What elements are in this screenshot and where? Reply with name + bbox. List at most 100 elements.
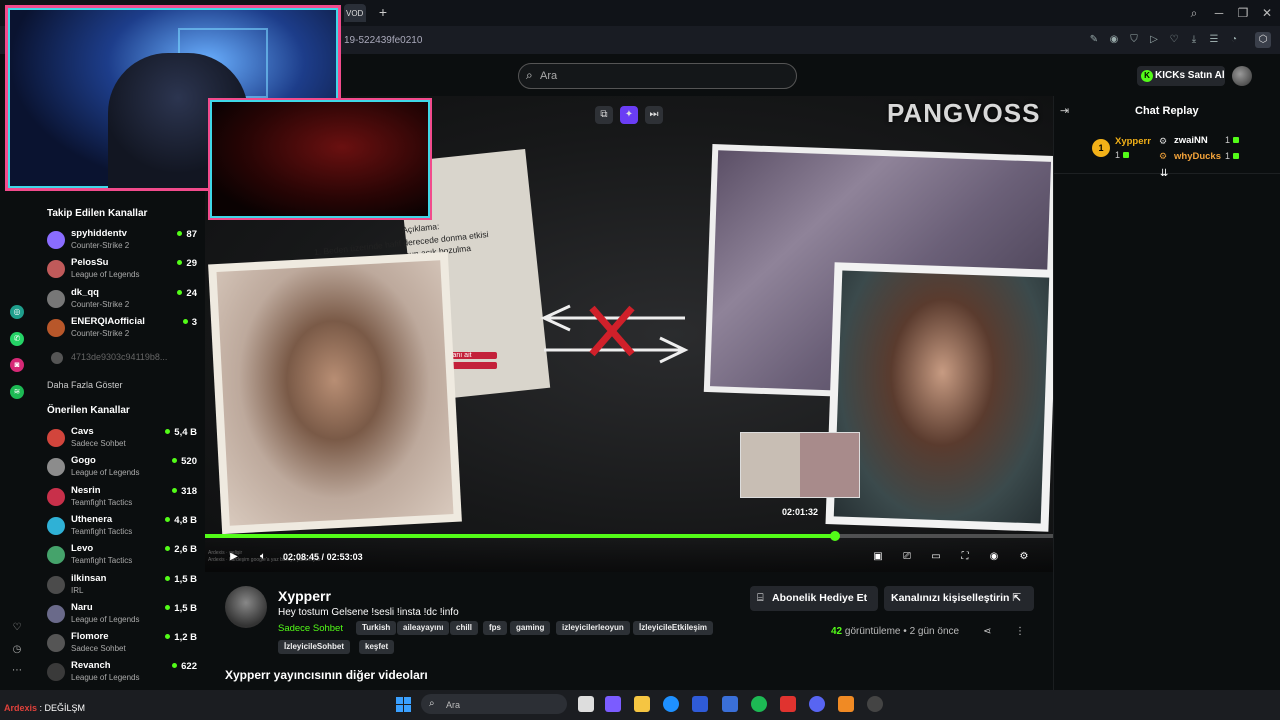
- skip-icon[interactable]: ⏭: [645, 106, 663, 124]
- viewer-count: 1,5 B: [165, 603, 197, 614]
- opera-icon[interactable]: [780, 696, 796, 712]
- streamer-avatar[interactable]: [225, 586, 267, 628]
- taskbar-search-input[interactable]: [421, 694, 567, 714]
- stream-tag[interactable]: gaming: [510, 621, 551, 635]
- channel-category: League of Legends: [71, 673, 140, 683]
- camera-icon[interactable]: ◉: [1108, 34, 1120, 46]
- widgets-icon[interactable]: [605, 696, 621, 712]
- sidebar-channel-nesrin[interactable]: Nesrin Teamfight Tactics 318: [47, 485, 197, 511]
- fullscreen-icon[interactable]: ⛶: [959, 551, 971, 563]
- stream-tag[interactable]: aileayayını: [397, 621, 450, 635]
- sidebar-channel-gogo[interactable]: Gogo League of Legends 520: [47, 455, 197, 481]
- stream-tag[interactable]: Turkish: [356, 621, 397, 635]
- mugshot-photo: [208, 251, 462, 535]
- minimize-icon[interactable]: ─: [1209, 4, 1229, 22]
- url-text[interactable]: 19-522439fe0210: [344, 35, 422, 46]
- leaderboard-user[interactable]: whyDucks: [1174, 151, 1221, 162]
- sidebar-channel-dk_qq[interactable]: dk_qq Counter-Strike 2 24: [47, 287, 197, 313]
- sidebar-channel-uthenera[interactable]: Uthenera Teamfight Tactics 4,8 B: [47, 514, 197, 540]
- faded-channel-item[interactable]: 4713de9303c94119b8...: [47, 350, 197, 366]
- channel-avatar: [51, 352, 63, 364]
- stream-category[interactable]: Sadece Sohbet: [278, 623, 343, 634]
- search-input[interactable]: [518, 63, 797, 89]
- sidebar-channel-levo[interactable]: Levo Teamfight Tactics 2,6 B: [47, 543, 197, 569]
- clip-icon[interactable]: ⎚: [901, 551, 913, 563]
- seek-bar-handle[interactable]: [830, 531, 841, 541]
- viewer-count: 520: [172, 456, 197, 467]
- history-icon[interactable]: ◷: [10, 644, 24, 658]
- stream-tag[interactable]: chill: [450, 621, 479, 635]
- clip-icon[interactable]: ⧉: [595, 106, 613, 124]
- channel-category: League of Legends: [71, 614, 140, 624]
- stream-tag[interactable]: İzleyicileEtkileşim: [633, 621, 714, 635]
- leaderboard-count: 1: [1225, 135, 1240, 145]
- restore-icon[interactable]: ❐: [1233, 4, 1253, 22]
- stream-tag[interactable]: İzleyicileSohbet: [278, 640, 351, 654]
- spotify-icon[interactable]: [751, 696, 767, 712]
- sidebar-channel-naru[interactable]: Naru League of Legends 1,5 B: [47, 602, 197, 628]
- close-icon[interactable]: ✕: [1257, 4, 1277, 22]
- leaderboard-user[interactable]: zwaiNN: [1174, 135, 1208, 146]
- heart-icon[interactable]: ♡: [1168, 34, 1180, 46]
- sidebar-channel-pelossu[interactable]: PelosSu League of Legends 29: [47, 257, 197, 283]
- theater-mode-icon[interactable]: ▭: [930, 551, 942, 563]
- taskbar-search-placeholder: Ara: [446, 700, 461, 710]
- collapse-chat-icon[interactable]: ⇥: [1060, 104, 1074, 118]
- sidebar-channel-revanch[interactable]: Revanch League of Legends 622: [47, 660, 197, 686]
- extension-icon[interactable]: ⬡: [1255, 32, 1271, 48]
- mail-icon[interactable]: [722, 696, 738, 712]
- leaderboard-user[interactable]: Xypperr: [1115, 136, 1151, 147]
- sidebar-channel-ilkinsan[interactable]: ilkinsan IRL 1,5 B: [47, 573, 197, 599]
- stream-tag[interactable]: keşfet: [359, 640, 395, 654]
- rank-badge-icon: 1: [1092, 139, 1110, 157]
- task-view-icon[interactable]: [578, 696, 594, 712]
- channel-avatar: [47, 260, 65, 279]
- edge-icon[interactable]: [663, 696, 679, 712]
- customize-channel-button[interactable]: Kanalınızı kişiselleştirin ⇱: [884, 586, 1034, 611]
- crown-icon: ⚙: [1159, 136, 1168, 146]
- sidebar-channel-cavs[interactable]: Cavs Sadece Sohbet 5,4 B: [47, 426, 197, 452]
- more-options-icon[interactable]: ⋮: [1015, 626, 1025, 638]
- app-icon[interactable]: [838, 696, 854, 712]
- miniplayer-icon[interactable]: ▣: [872, 551, 884, 563]
- instagram-icon[interactable]: ◙: [10, 358, 24, 372]
- effects-icon[interactable]: ✦: [620, 106, 638, 124]
- channel-name: ENERQIAofficial: [71, 315, 145, 327]
- steam-icon[interactable]: [867, 696, 883, 712]
- chatgpt-icon[interactable]: ◎: [10, 305, 24, 319]
- streamer-name[interactable]: Xypperr: [278, 588, 331, 604]
- speed-icon[interactable]: ◉: [988, 551, 1000, 563]
- expand-leaderboard-icon[interactable]: ⇊: [1160, 168, 1172, 179]
- store-icon[interactable]: [692, 696, 708, 712]
- stream-tag[interactable]: fps: [483, 621, 507, 635]
- file-explorer-icon[interactable]: [634, 696, 650, 712]
- gift-subscription-button[interactable]: Abonelik Hediye Et: [750, 586, 878, 611]
- play-icon[interactable]: ▷: [1148, 34, 1160, 46]
- play-icon[interactable]: ▶: [228, 551, 240, 563]
- browser-search-icon[interactable]: ⌕: [1184, 4, 1204, 22]
- show-more-link[interactable]: Daha Fazla Göster: [47, 380, 123, 390]
- profile-icon[interactable]: ◔: [1228, 34, 1240, 46]
- sidebar-channel-flomore[interactable]: Flomore Sadece Sohbet 1,2 B: [47, 631, 197, 657]
- stream-tag[interactable]: izleyicilerleoyun: [556, 621, 630, 635]
- shield-icon[interactable]: ⛉: [1128, 34, 1140, 46]
- heart-icon[interactable]: ♡: [10, 622, 24, 636]
- volume-icon[interactable]: 🔈︎: [257, 551, 269, 563]
- leaderboard-count: 1: [1225, 151, 1240, 161]
- windows-start-icon[interactable]: [396, 697, 412, 713]
- menu-icon[interactable]: ☰: [1208, 34, 1220, 46]
- share-icon[interactable]: ⋖: [983, 626, 995, 638]
- spotify-icon[interactable]: ≋: [10, 385, 24, 399]
- whatsapp-icon[interactable]: ✆: [10, 332, 24, 346]
- viewer-count: 318: [172, 486, 197, 497]
- user-avatar[interactable]: [1232, 66, 1252, 86]
- new-tab-button[interactable]: +: [376, 5, 390, 19]
- download-icon[interactable]: ⤓: [1188, 34, 1200, 46]
- more-icon[interactable]: ⋯: [10, 665, 24, 679]
- settings-icon[interactable]: ⚙: [1018, 551, 1030, 563]
- discord-icon[interactable]: [809, 696, 825, 712]
- edit-icon[interactable]: ✎: [1088, 34, 1100, 46]
- browser-tab[interactable]: VOD: [344, 4, 366, 22]
- sidebar-channel-enerqiaofficial[interactable]: ENERQIAofficial Counter-Strike 2 3: [47, 316, 197, 342]
- sidebar-channel-spyhiddentv[interactable]: spyhiddentv Counter-Strike 2 87: [47, 228, 197, 254]
